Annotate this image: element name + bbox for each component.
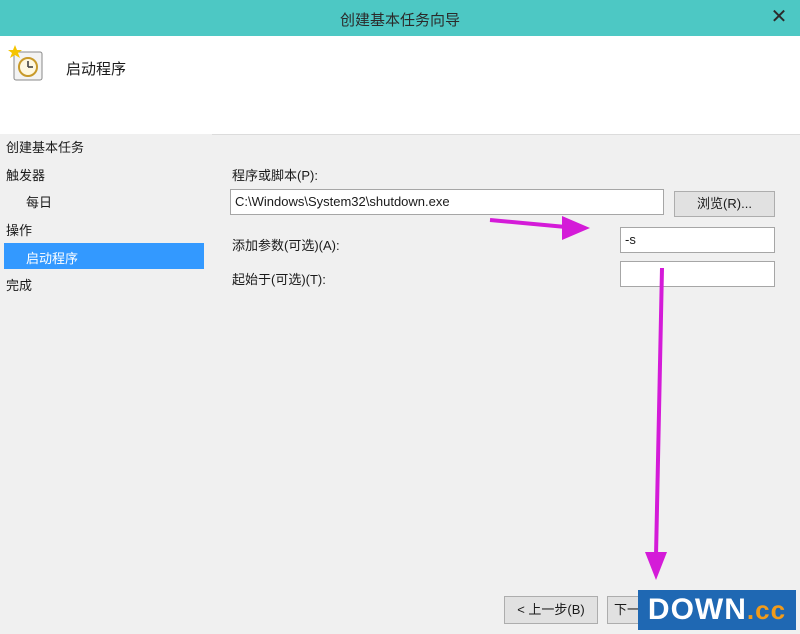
arrow-down-icon — [645, 552, 667, 580]
site-watermark: DOWN.cc — [638, 590, 796, 630]
arrow-right-icon — [562, 216, 590, 240]
watermark-suffix: .cc — [746, 595, 787, 625]
annotation-arrows — [489, 216, 667, 580]
arrow-down-line — [654, 267, 664, 557]
arrow-right-line — [489, 218, 567, 229]
watermark-text: DOWN — [647, 593, 747, 626]
